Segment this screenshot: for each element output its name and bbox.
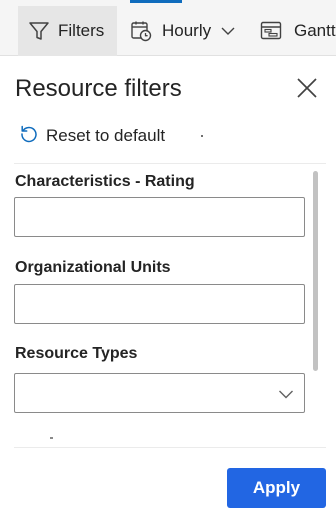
organizational-units-input[interactable] (14, 284, 305, 324)
panel-header-divider (14, 163, 326, 164)
clipped-next-field-label (50, 437, 53, 439)
more-horizontal-icon (200, 134, 204, 138)
panel-footer-divider (14, 447, 326, 448)
characteristics-rating-input[interactable] (14, 197, 305, 237)
filters-toggle-button[interactable]: Filters (18, 6, 117, 56)
hourly-label: Hourly (162, 21, 212, 40)
gantt-chart-icon (260, 20, 282, 42)
apply-button[interactable]: Apply (227, 468, 326, 508)
close-icon (294, 78, 320, 105)
panel-scrollbar[interactable] (313, 171, 318, 371)
close-panel-button[interactable] (294, 75, 320, 101)
view-toolbar: Filters Hourly Gantt (0, 0, 336, 56)
chevron-down-icon (278, 387, 294, 405)
resource-types-dropdown[interactable] (14, 373, 305, 413)
organizational-units-label: Organizational Units (15, 259, 171, 276)
gantt-label: Gantt (294, 21, 336, 40)
filter-funnel-icon (28, 20, 50, 42)
reset-to-default-label: Reset to default (46, 126, 166, 145)
reset-arrow-icon (18, 123, 40, 150)
more-options-button[interactable] (190, 124, 214, 148)
resource-types-label: Resource Types (15, 345, 138, 362)
calendar-clock-icon (130, 20, 152, 42)
hourly-view-dropdown[interactable]: Hourly (130, 6, 235, 56)
active-view-indicator (130, 0, 182, 3)
characteristics-rating-label: Characteristics - Rating (15, 173, 195, 190)
chevron-down-icon (221, 26, 235, 36)
panel-title: Resource filters (15, 75, 182, 102)
gantt-view-button[interactable]: Gantt (260, 6, 336, 56)
filters-label: Filters (58, 21, 105, 40)
reset-to-default-button[interactable]: Reset to default (18, 124, 165, 148)
